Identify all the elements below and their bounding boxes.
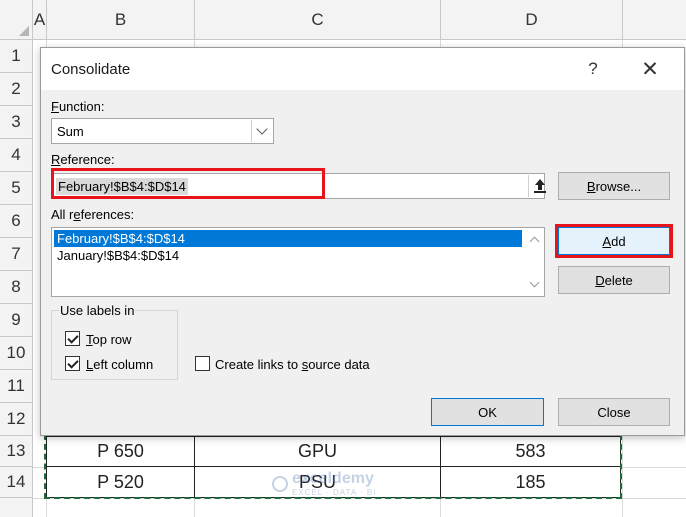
row-header-6[interactable]: 6	[0, 205, 33, 238]
all-references-label: All references:	[51, 207, 135, 222]
browse-button[interactable]: Browse...	[558, 172, 670, 200]
reference-label: Reference:	[51, 152, 115, 167]
row-header-11[interactable]: 11	[0, 370, 33, 403]
help-button[interactable]: ?	[582, 58, 604, 80]
create-links-label[interactable]: Create links to source data	[215, 357, 370, 372]
chevron-down-icon	[256, 123, 268, 135]
column-header-a[interactable]: A	[33, 0, 47, 40]
all-references-list[interactable]: February!$B$4:$D$14 January!$B$4:$D$14	[51, 227, 545, 297]
watermark-name: exceldemy	[292, 470, 374, 487]
row-header-14[interactable]: 14	[0, 467, 33, 498]
close-icon[interactable]: ✕	[638, 57, 662, 81]
select-all-triangle-icon	[19, 26, 29, 36]
row-header-12[interactable]: 12	[0, 403, 33, 436]
table-row: P 650 GPU 583	[46, 436, 621, 467]
scroll-down-icon[interactable]	[529, 277, 540, 288]
exceldemy-logo-icon	[272, 475, 288, 492]
collapse-upload-icon	[534, 179, 546, 193]
list-item[interactable]: February!$B$4:$D$14	[54, 230, 522, 247]
left-column-label[interactable]: Left column	[86, 357, 153, 372]
row-header-13[interactable]: 13	[0, 436, 33, 467]
function-dropdown-button[interactable]	[251, 120, 272, 142]
table-cell[interactable]: P 650	[46, 436, 195, 467]
row-header-3[interactable]: 3	[0, 106, 33, 139]
left-column-checkbox[interactable]	[65, 356, 80, 371]
function-value: Sum	[57, 124, 84, 139]
top-row-checkbox[interactable]	[65, 331, 80, 346]
row-header-4[interactable]: 4	[0, 139, 33, 172]
close-button[interactable]: Close	[558, 398, 670, 426]
table-cell[interactable]: 185	[441, 467, 621, 498]
create-links-checkbox[interactable]	[195, 356, 210, 371]
dialog-title: Consolidate	[51, 61, 131, 78]
collapse-dialog-button[interactable]	[528, 175, 551, 197]
table-cell[interactable]: P 520	[46, 467, 195, 498]
top-row-label[interactable]: Top row	[86, 332, 132, 347]
add-button[interactable]: Add	[558, 227, 670, 255]
table-cell[interactable]: 583	[441, 436, 621, 467]
row-header-15[interactable]	[0, 498, 33, 517]
column-header-e[interactable]	[623, 0, 686, 40]
column-header-b[interactable]: B	[47, 0, 195, 40]
table-cell[interactable]: GPU	[195, 436, 441, 467]
watermark: exceldemy EXCEL · DATA · BI	[272, 470, 376, 497]
column-header-d[interactable]: D	[441, 0, 623, 40]
row-header-10[interactable]: 10	[0, 337, 33, 370]
column-header-c[interactable]: C	[195, 0, 441, 40]
ok-button[interactable]: OK	[431, 398, 544, 426]
select-all-corner[interactable]	[0, 0, 33, 40]
row-header-1[interactable]: 1	[0, 40, 33, 73]
scroll-up-icon[interactable]	[529, 236, 540, 247]
delete-button[interactable]: Delete	[558, 266, 670, 294]
dialog-titlebar[interactable]: Consolidate ? ✕	[41, 48, 684, 90]
row-header-7[interactable]: 7	[0, 238, 33, 271]
row-header-8[interactable]: 8	[0, 271, 33, 304]
reference-value: February!$B$4:$D$14	[56, 178, 188, 195]
watermark-tagline: EXCEL · DATA · BI	[292, 488, 377, 497]
gridline	[33, 498, 686, 499]
row-header-2[interactable]: 2	[0, 73, 33, 106]
function-label: Function:	[51, 99, 105, 114]
row-header-5[interactable]: 5	[0, 172, 33, 205]
function-select[interactable]: Sum	[51, 118, 274, 144]
use-labels-title: Use labels in	[59, 303, 136, 318]
row-header-9[interactable]: 9	[0, 304, 33, 337]
list-item[interactable]: January!$B$4:$D$14	[54, 247, 522, 264]
consolidate-dialog: Consolidate ? ✕ Function: Sum Reference:…	[40, 47, 685, 436]
reference-input[interactable]: February!$B$4:$D$14	[51, 173, 546, 199]
